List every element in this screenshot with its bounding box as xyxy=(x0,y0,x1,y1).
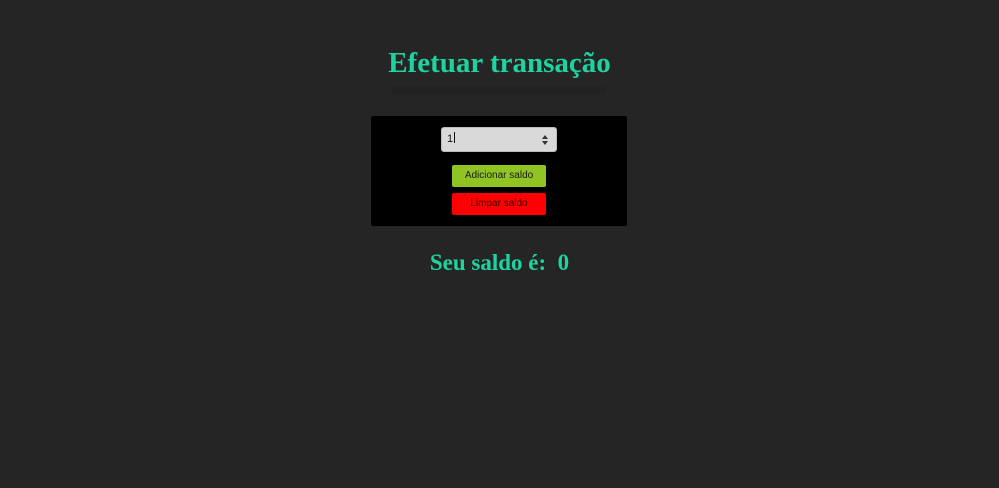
clear-balance-button[interactable]: Limpar saldo xyxy=(452,193,546,215)
transaction-form: 1 Adicionar saldo Limpar saldo xyxy=(371,116,627,226)
amount-input[interactable]: 1 xyxy=(441,127,557,152)
title-shadow xyxy=(392,86,606,94)
number-spinner-icon[interactable] xyxy=(541,134,549,146)
page: Efetuar transação 1 Adicionar saldo Limp… xyxy=(0,0,999,488)
page-title: Efetuar transação xyxy=(388,47,611,79)
balance-value: 0 xyxy=(557,250,570,275)
add-balance-button[interactable]: Adicionar saldo xyxy=(452,165,546,187)
text-caret xyxy=(454,132,456,143)
balance-label: Seu saldo é: xyxy=(429,250,547,275)
balance-display: Seu saldo é: 0 xyxy=(0,248,999,278)
amount-input-value: 1 xyxy=(447,133,454,145)
